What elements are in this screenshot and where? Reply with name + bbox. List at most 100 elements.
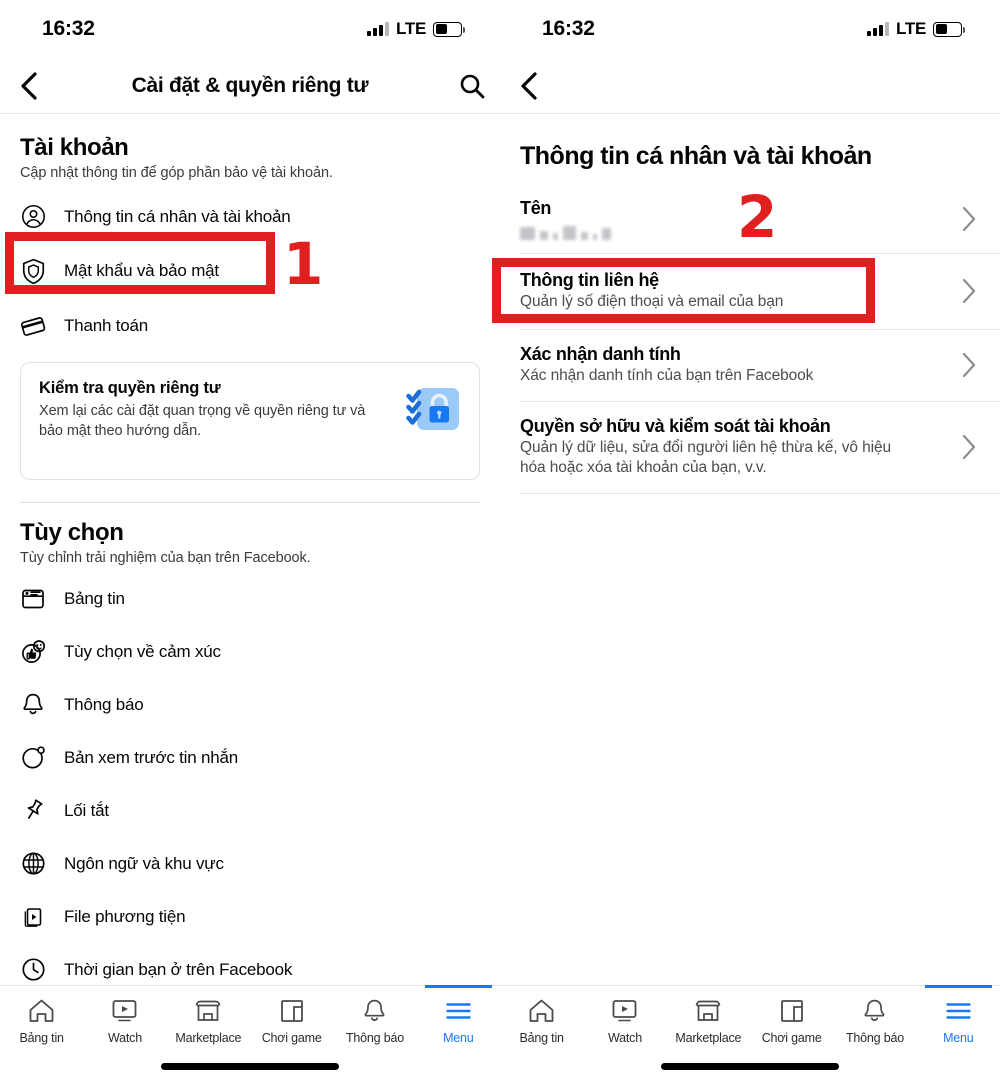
status-clock: 16:32 [542,17,595,40]
chevron-left-icon [520,71,537,100]
menu-item-label: Thông tin cá nhân và tài khoản [64,206,291,226]
status-indicators: LTE [867,19,966,39]
account-section-header: Tài khoản Cập nhật thông tin để góp phần… [0,120,500,181]
page-title: Thông tin cá nhân và tài khoản [520,142,872,170]
status-bar-right: 16:32 LTE [500,0,1000,58]
screenshot-stage: 16:32 LTE Cài đặt & quyền riêng tư Tài k… [0,0,1000,1082]
menu-item-label: Tùy chọn về cảm xúc [64,641,221,661]
search-button[interactable] [444,73,500,99]
row-contact-info[interactable]: Thông tin liên hệ Quản lý số điện thoại … [500,254,1000,329]
preferences-items-list: Bảng tin Tùy chọn về cảm xúc Thông báo B… [0,572,500,996]
account-section-subtitle: Cập nhật thông tin để góp phần bảo vệ tà… [20,165,333,181]
menu-item-reactions[interactable]: Tùy chọn về cảm xúc [0,625,500,678]
gaming-icon [279,997,305,1024]
tab-label: Watch [108,1031,142,1045]
preferences-section-subtitle: Tùy chỉnh trải nghiệm của bạn trên Faceb… [20,550,311,566]
credit-card-icon [20,313,46,339]
tab-menu[interactable]: Menu [917,985,1000,1045]
network-label: LTE [396,19,426,38]
row-identity-confirmation[interactable]: Xác nhận danh tính Xác nhận danh tính củ… [500,330,1000,401]
tab-notifications[interactable]: Thông báo [333,997,416,1045]
privacy-checkup-title: Kiểm tra quyền riêng tư [39,379,221,397]
tab-label: Watch [608,1031,642,1045]
tab-newsfeed[interactable]: Bảng tin [0,997,83,1045]
row-text: Quyền sở hữu và kiểm soát tài khoản Quản… [520,416,920,480]
tab-newsfeed[interactable]: Bảng tin [500,997,583,1045]
row-title: Thông tin liên hệ [520,270,659,290]
privacy-checkup-lock-icon [405,385,463,439]
hamburger-icon [445,997,472,1024]
menu-item-label: Mật khẩu và bảo mật [64,261,219,280]
chevron-right-icon [958,206,980,232]
signal-bars-icon [867,22,890,36]
menu-item-shortcuts[interactable]: Lối tắt [0,784,500,837]
chevron-right-icon [958,278,980,304]
tab-label: Marketplace [675,1031,742,1045]
tab-label: Thông báo [845,1031,904,1045]
row-text: Thông tin liên hệ Quản lý số điện thoại … [520,270,948,313]
menu-item-media-files[interactable]: File phương tiện [0,890,500,943]
tab-marketplace[interactable]: Marketplace [167,997,250,1045]
shield-icon [20,258,46,284]
menu-item-notifications[interactable]: Thông báo [0,678,500,731]
row-ownership-control[interactable]: Quyền sở hữu và kiểm soát tài khoản Quản… [500,402,1000,494]
bell-icon [862,997,887,1024]
store-icon [694,997,722,1024]
privacy-checkup-card[interactable]: Kiểm tra quyền riêng tư Xem lại các cài … [20,362,480,480]
menu-item-language-region[interactable]: Ngôn ngữ và khu vực [0,837,500,890]
left-phone-screen: 16:32 LTE Cài đặt & quyền riêng tư Tài k… [0,0,500,1082]
menu-item-label: Bản xem trước tin nhắn [64,747,239,767]
search-icon [460,74,485,98]
tab-watch[interactable]: Watch [583,997,666,1045]
tab-label: Menu [443,1031,474,1045]
back-button[interactable] [500,71,556,100]
status-indicators: LTE [367,19,466,39]
menu-item-label: Thanh toán [64,315,149,335]
video-icon [111,997,138,1024]
annotation-number-2: 2 [737,183,778,251]
tab-gaming[interactable]: Chơi game [250,997,333,1045]
menu-item-newsfeed[interactable]: Bảng tin [0,572,500,625]
pin-icon [20,798,46,824]
menu-item-message-preview[interactable]: Bản xem trước tin nhắn [0,731,500,784]
account-section-title: Tài khoản [20,134,129,161]
tab-notifications[interactable]: Thông báo [833,997,916,1045]
menu-item-payments[interactable]: Thanh toán [0,299,500,352]
message-circle-icon [20,745,46,771]
row-subtitle: Quản lý dữ liệu, sửa đổi người liên hệ t… [520,438,892,477]
row-title: Xác nhận danh tính [520,343,681,364]
preferences-section-header: Tùy chọn Tùy chỉnh trải nghiệm của bạn t… [0,503,500,566]
left-nav-bar: Cài đặt & quyền riêng tư [0,58,500,113]
hamburger-icon [945,997,972,1024]
bell-icon [20,692,46,718]
tab-bar-right: Bảng tin Watch Marketplace Chơi game Thô… [500,985,1000,1082]
left-content: Tài khoản Cập nhật thông tin để góp phần… [0,120,500,996]
tab-menu[interactable]: Menu [417,985,500,1045]
page-title: Cài đặt & quyền riêng tư [131,73,369,97]
row-text: Xác nhận danh tính Xác nhận danh tính củ… [520,344,948,387]
back-button[interactable] [0,71,56,100]
battery-icon [433,21,466,37]
menu-item-label: Lối tắt [64,800,109,820]
network-label: LTE [896,19,926,38]
clock-icon [20,957,46,983]
tab-marketplace[interactable]: Marketplace [667,997,750,1045]
tab-watch[interactable]: Watch [83,997,166,1045]
row-subtitle: Quản lý số điện thoại và email của bạn [520,293,784,310]
row-title: Quyền sở hữu và kiểm soát tài khoản [520,415,831,436]
menu-item-password-security[interactable]: Mật khẩu và bảo mật [0,243,500,299]
row-title: Tên [520,198,552,218]
signal-bars-icon [367,22,390,36]
tab-gaming[interactable]: Chơi game [750,997,833,1045]
reaction-thumbsup-icon [20,639,46,665]
home-indicator [161,1063,339,1070]
bell-icon [362,997,387,1024]
menu-item-personal-info[interactable]: Thông tin cá nhân và tài khoản [0,190,500,243]
status-bar-left: 16:32 LTE [0,0,500,58]
media-file-icon [20,904,46,930]
home-icon [28,997,55,1024]
tab-label: Thông báo [345,1031,404,1045]
globe-icon [20,851,46,877]
preferences-section-title: Tùy chọn [20,519,124,546]
right-phone-screen: 16:32 LTE Thông tin cá nhân và tài khoản… [492,0,1000,1082]
